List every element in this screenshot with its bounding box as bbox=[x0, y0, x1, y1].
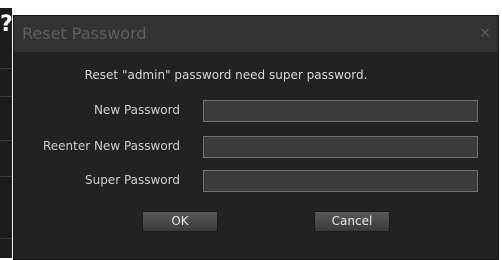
background-glyph: ? bbox=[0, 12, 13, 37]
new-password-field[interactable] bbox=[203, 100, 478, 122]
new-password-label: New Password bbox=[93, 103, 180, 117]
reenter-password-label: Reenter New Password bbox=[42, 139, 180, 153]
dialog-titlebar[interactable]: Reset Password × bbox=[14, 16, 498, 52]
background-divider bbox=[0, 140, 12, 141]
reset-password-dialog: Reset Password × Reset "admin" password … bbox=[13, 15, 499, 260]
dialog-message: Reset "admin" password need super passwo… bbox=[84, 68, 368, 82]
super-password-label: Super Password bbox=[84, 173, 180, 187]
cancel-button[interactable]: Cancel bbox=[314, 211, 390, 232]
reenter-password-field[interactable] bbox=[203, 136, 478, 158]
background-panel bbox=[0, 8, 12, 258]
background-divider bbox=[0, 68, 12, 69]
dialog-title: Reset Password bbox=[22, 24, 147, 43]
background-divider bbox=[0, 96, 12, 97]
close-icon[interactable]: × bbox=[478, 26, 492, 40]
background-divider bbox=[0, 238, 12, 239]
ok-button[interactable]: OK bbox=[142, 211, 218, 232]
super-password-field[interactable] bbox=[203, 170, 478, 192]
background-divider bbox=[0, 176, 12, 177]
